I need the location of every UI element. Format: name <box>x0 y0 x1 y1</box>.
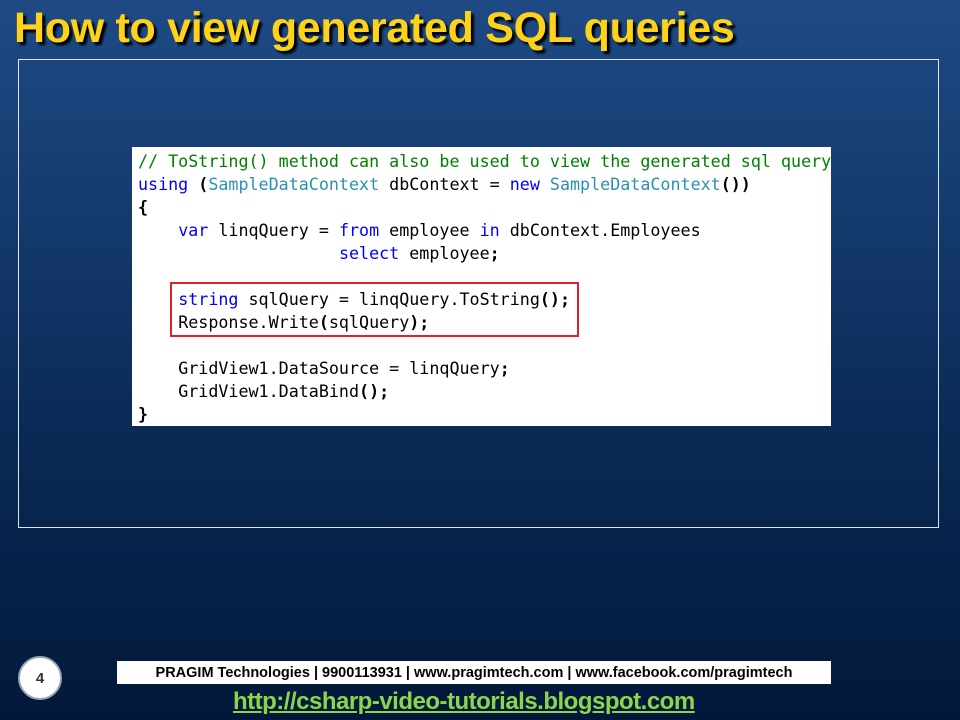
token: dbContext = <box>379 174 510 194</box>
code-line-5: select employee; <box>138 242 831 265</box>
punctuation: ()) <box>720 174 751 194</box>
footer-company-info: PRAGIM Technologies | 9900113931 | www.p… <box>117 661 831 684</box>
type-name: SampleDataContext <box>208 174 380 194</box>
code-comment: // ToString() method can also be used to… <box>138 151 831 171</box>
token: GridView1.DataSource = linqQuery <box>178 358 500 378</box>
footer-blog-link[interactable]: http://csharp-video-tutorials.blogspot.c… <box>233 688 695 716</box>
punctuation: (); <box>359 381 390 401</box>
slide-title: How to view generated SQL queries <box>14 4 735 52</box>
code-line-2: using (SampleDataContext dbContext = new… <box>138 173 831 196</box>
punctuation: ( <box>198 174 209 194</box>
code-line-1: // ToString() method can also be used to… <box>138 150 831 173</box>
token: GridView1.DataBind <box>178 381 360 401</box>
keyword-var: var <box>178 220 209 240</box>
highlight-box <box>170 282 579 337</box>
page-number-badge: 4 <box>18 656 62 700</box>
code-line-3: { <box>138 196 831 219</box>
keyword-from: from <box>338 220 380 240</box>
keyword-using: using <box>138 174 189 194</box>
close-brace: } <box>138 404 149 424</box>
open-brace: { <box>138 197 149 217</box>
keyword-in: in <box>479 220 500 240</box>
token: dbContext.Employees <box>499 220 701 240</box>
code-line-11: GridView1.DataBind(); <box>138 380 831 403</box>
punctuation: ; <box>499 358 510 378</box>
token: linqQuery = <box>208 220 339 240</box>
code-line-4: var linqQuery = from employee in dbConte… <box>138 219 831 242</box>
code-line-12: } <box>138 403 831 426</box>
punctuation: ; <box>489 243 500 263</box>
type-name: SampleDataContext <box>549 174 721 194</box>
token: employee <box>379 220 480 240</box>
code-line-10: GridView1.DataSource = linqQuery; <box>138 357 831 380</box>
token: employee <box>399 243 490 263</box>
keyword-select: select <box>338 243 400 263</box>
keyword-new: new <box>509 174 540 194</box>
